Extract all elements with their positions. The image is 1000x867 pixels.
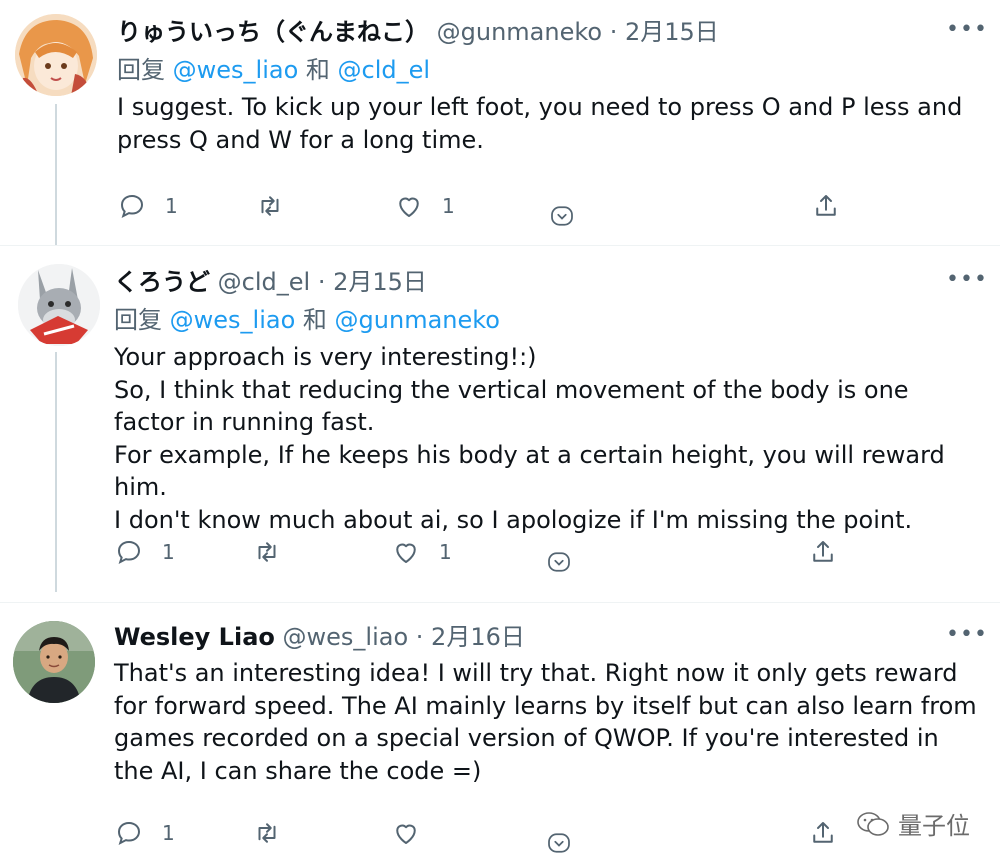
reply-icon [117,540,141,564]
reply-joiner: 和 [302,306,327,334]
watermark-text: 量子位 [898,812,970,840]
reply-prefix: 回复 [114,306,162,334]
avatar[interactable] [18,264,100,346]
handle[interactable]: @gunmaneko [437,18,602,46]
reply-prefix: 回复 [117,56,165,84]
mention-link[interactable]: @wes_liao [170,306,296,334]
more-options-icon[interactable]: ••• [946,624,987,655]
tweet-1[interactable]: りゅういっち（ぐんまねこ） @gunmaneko · 2月15日 ••• 回复 … [0,0,1000,245]
like-button[interactable]: 1 [394,186,455,226]
mention-link[interactable]: @cld_el [338,56,431,84]
timestamp[interactable]: · 2月15日 [610,18,719,46]
reply-icon [117,821,141,845]
reply-count: 1 [165,194,178,218]
chevron-down-icon [551,206,573,226]
more-options-icon[interactable]: ••• [946,269,987,300]
reply-context: 回复 @wes_liao 和 @gunmaneko [114,304,500,336]
retweet-button[interactable] [252,813,300,853]
retweet-icon [258,823,276,843]
action-bar: 1 1 [117,186,857,226]
text-line: Your approach is very interesting!:) [114,343,537,371]
reply-icon [120,194,144,218]
wechat-icon [857,811,889,836]
tweet-2[interactable]: くろうど @cld_el · 2月15日 ••• 回复 @wes_liao 和 … [0,246,1000,592]
mention-link[interactable]: @gunmaneko [335,306,500,334]
text-line: I suggest. To kick up your left foot, yo… [117,93,963,154]
mention-link[interactable]: @wes_liao [173,56,299,84]
chevron-down-icon [548,833,570,853]
heart-icon [399,197,419,217]
retweet-button[interactable] [255,186,303,226]
share-icon [813,822,833,843]
action-bar: 1 1 [114,532,854,572]
tweet-text: I suggest. To kick up your left foot, yo… [117,91,980,156]
tweet-3[interactable]: Wesley Liao @wes_liao · 2月16日 ••• That's… [0,603,1000,867]
tip-button[interactable] [544,542,574,582]
timestamp[interactable]: · 2月16日 [416,623,525,651]
reply-joiner: 和 [305,56,330,84]
display-name[interactable]: くろうど [114,268,210,296]
text-line: For example, If he keeps his body at a c… [114,440,945,502]
more-options-icon[interactable]: ••• [946,19,987,50]
handle[interactable]: @cld_el [218,268,311,296]
share-button[interactable] [808,532,838,572]
reply-count: 1 [162,540,175,564]
share-icon [816,195,836,216]
tweet-text: Your approach is very interesting!:) So,… [114,341,980,536]
tip-button[interactable] [544,823,574,863]
reply-count: 1 [162,821,175,845]
display-name[interactable]: Wesley Liao [114,623,275,651]
tweet-header: Wesley Liao @wes_liao · 2月16日 [114,621,525,653]
heart-icon [396,824,416,844]
heart-icon [396,543,416,563]
watermark: 量子位 [856,806,970,841]
timestamp[interactable]: · 2月15日 [318,268,427,296]
action-bar: 1 [114,813,854,853]
reply-button[interactable]: 1 [114,532,175,572]
retweet-icon [261,196,279,216]
handle[interactable]: @wes_liao [283,623,409,651]
share-icon [813,541,833,562]
avatar[interactable] [15,14,97,96]
display-name[interactable]: りゅういっち（ぐんまねこ） [117,18,429,46]
thread-line [55,352,57,592]
like-count: 1 [439,540,452,564]
chevron-down-icon [548,552,570,572]
reply-button[interactable]: 1 [114,813,175,853]
retweet-icon [258,542,276,562]
retweet-button[interactable] [252,532,300,572]
tweet-text: That's an interesting idea! I will try t… [114,657,980,787]
like-button[interactable] [391,813,439,853]
reply-button[interactable]: 1 [117,186,178,226]
reply-context: 回复 @wes_liao 和 @cld_el [117,54,430,86]
share-button[interactable] [811,186,841,226]
person-avatar-icon [13,621,95,703]
text-line: So, I think that reducing the vertical m… [114,375,909,437]
share-button[interactable] [808,813,838,853]
like-button[interactable]: 1 [391,532,452,572]
avatar[interactable] [13,621,95,703]
tweet-header: りゅういっち（ぐんまねこ） @gunmaneko · 2月15日 [117,16,719,48]
tweet-header: くろうど @cld_el · 2月15日 [114,266,427,298]
donkey-avatar-icon [18,264,100,346]
text-line: That's an interesting idea! I will try t… [114,659,977,785]
tip-button[interactable] [547,196,577,236]
like-count: 1 [442,194,455,218]
thread-line [55,104,57,245]
anime-avatar-icon [15,14,97,96]
